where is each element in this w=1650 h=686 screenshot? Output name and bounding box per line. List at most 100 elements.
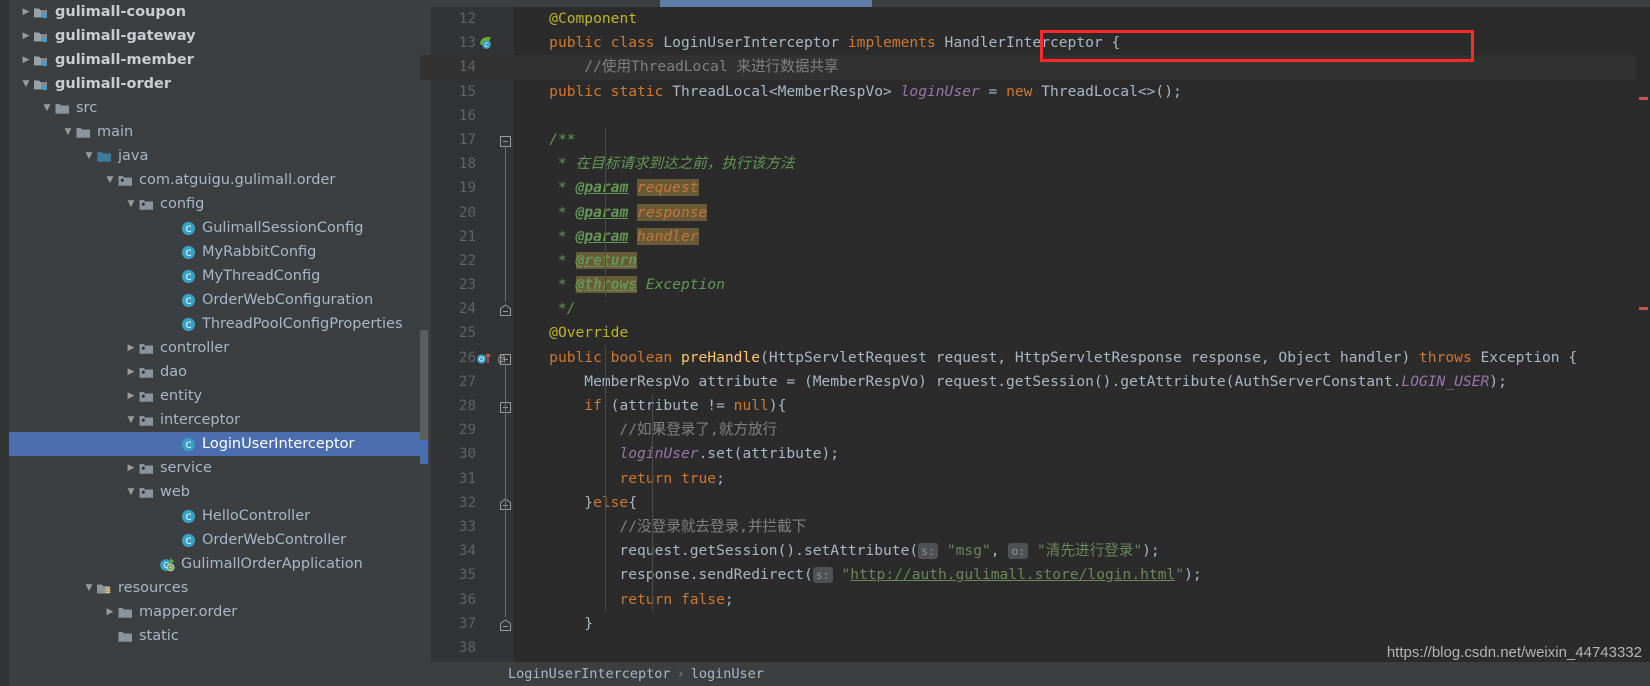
code-token: (attribute !=: [601, 397, 734, 414]
idea-window: ▶ gulimall-coupon ▶ gulimall-gateway ▶ gulima…: [0, 0, 1650, 686]
chevron-down-icon[interactable]: ▼: [19, 72, 33, 96]
svg-text:C: C: [186, 248, 192, 258]
chevron-right-icon[interactable]: ▶: [124, 336, 138, 360]
tree-item-label: MyThreadConfig: [202, 268, 321, 284]
tree-item-gulimall-gateway[interactable]: ▶ gulimall-gateway: [9, 24, 420, 48]
code-line[interactable]: 13 public class LoginUserInterceptor imp…: [420, 31, 1650, 55]
code-token: @param: [575, 179, 629, 197]
package-icon: [138, 364, 155, 381]
tree-item-mythreadconfig[interactable]: C MyThreadConfig: [9, 264, 420, 288]
tree-item-label: java: [118, 148, 149, 164]
tree-item-mapper-order[interactable]: ▶ mapper.order: [9, 600, 420, 624]
tree-item-java[interactable]: ▼ java: [9, 144, 420, 168]
line-number: 36: [458, 591, 476, 608]
tree-item-gulimall-coupon[interactable]: ▶ gulimall-coupon: [9, 0, 420, 24]
tree-item-config[interactable]: ▼ config: [9, 192, 420, 216]
tree-item-gulimall-order[interactable]: ▼ gulimall-order: [9, 72, 420, 96]
code-token: handler: [637, 227, 699, 245]
line-content: MemberRespVo attribute = (MemberRespVo) …: [514, 370, 1507, 394]
chevron-right-icon[interactable]: ▶: [103, 600, 117, 624]
tree-item-dao[interactable]: ▶ dao: [9, 360, 420, 384]
tree-item-threadpoolconfigproperties[interactable]: C ThreadPoolConfigProperties: [9, 312, 420, 336]
code-token: implements: [847, 34, 936, 52]
breadcrumb-item[interactable]: LoginUserInterceptor: [508, 666, 671, 682]
tree-item-static[interactable]: static: [9, 624, 420, 648]
line-content: * 在目标请求到达之前，执行该方法: [514, 152, 795, 176]
chevron-right-icon[interactable]: ▶: [124, 456, 138, 480]
code-token: *: [514, 179, 576, 197]
chevron-right-icon[interactable]: ▶: [19, 48, 33, 72]
tree-item-controller[interactable]: ▶ controller: [9, 336, 420, 360]
code-token: ){: [768, 397, 787, 414]
fold-region-line: [505, 145, 506, 303]
chevron-right-icon[interactable]: ▶: [19, 0, 33, 24]
tree-item-label: GulimallOrderApplication: [181, 556, 363, 572]
editor-tab-bar[interactable]: [420, 0, 1650, 7]
editor-right-edge: [1636, 7, 1650, 662]
code-line[interactable]: 24 */: [420, 297, 1650, 321]
tree-item-myrabbitconfig[interactable]: C MyRabbitConfig: [9, 240, 420, 264]
code-token: .set(attribute);: [698, 445, 840, 463]
editor-breadcrumb[interactable]: LoginUserInterceptor › loginUser: [420, 662, 1650, 686]
breadcrumb-item[interactable]: loginUser: [691, 666, 764, 682]
chevron-down-icon[interactable]: ▼: [124, 480, 138, 504]
chevron-down-icon[interactable]: ▼: [40, 96, 54, 120]
error-stripe-mark[interactable]: [1639, 307, 1648, 310]
code-token: {: [628, 493, 638, 511]
tree-item-hellocontroller[interactable]: C HelloController: [9, 504, 420, 528]
chevron-right-icon[interactable]: ▶: [19, 24, 33, 48]
code-line[interactable]: 25 @Override: [420, 321, 1650, 345]
tree-item-gulimallorderapplication[interactable]: C GulimallOrderApplication: [9, 552, 420, 576]
code-token: ;: [724, 590, 734, 608]
spring-bean-gutter-icon[interactable]: C: [478, 35, 494, 55]
line-number: 25: [458, 325, 476, 342]
tree-item-orderwebcontroller[interactable]: C OrderWebController: [9, 528, 420, 552]
code-token: return true: [619, 469, 717, 487]
code-line[interactable]: 14 //使用ThreadLocal 来进行数据共享: [420, 55, 1650, 80]
tree-item-service[interactable]: ▶ service: [9, 456, 420, 480]
tree-item-entity[interactable]: ▶ entity: [9, 384, 420, 408]
tree-item-gulimallsessionconfig[interactable]: C GulimallSessionConfig: [9, 216, 420, 240]
code-line[interactable]: 15 public static ThreadLocal<MemberRespV…: [420, 80, 1650, 104]
chevron-down-icon[interactable]: ▼: [61, 120, 75, 144]
tree-item-interceptor[interactable]: ▼ interceptor: [9, 408, 420, 432]
editor-pane[interactable]: 12 @Component 13 public class LoginUserIn…: [420, 0, 1650, 686]
code-line[interactable]: 16: [420, 104, 1650, 128]
tree-item-label: service: [160, 460, 212, 476]
line-content: loginUser.set(attribute);: [514, 442, 839, 466]
tree-item-main[interactable]: ▼ main: [9, 120, 420, 144]
project-tool-window[interactable]: ▶ gulimall-coupon ▶ gulimall-gateway ▶ gulima…: [0, 0, 420, 686]
chevron-down-icon[interactable]: ▼: [124, 408, 138, 432]
tree-item-label: HelloController: [202, 508, 311, 524]
tree-item-orderwebconfiguration[interactable]: C OrderWebConfiguration: [9, 288, 420, 312]
chevron-down-icon[interactable]: ▼: [124, 192, 138, 216]
fold-end-icon[interactable]: [499, 617, 512, 631]
chevron-right-icon[interactable]: ▶: [124, 360, 138, 384]
code-token: LoginUserInterceptor: [654, 34, 848, 52]
java-class-icon: C: [180, 508, 197, 525]
tree-item-com-atguigu-gulimall-order[interactable]: ▼ com.atguigu.gulimall.order: [9, 168, 420, 192]
tree-item-gulimall-member[interactable]: ▶ gulimall-member: [9, 48, 420, 72]
error-stripe-mark[interactable]: [1639, 97, 1648, 100]
chevron-down-icon[interactable]: ▼: [103, 168, 117, 192]
chevron-right-icon[interactable]: ▶: [124, 384, 138, 408]
code-line[interactable]: 37 }: [420, 612, 1650, 636]
java-class-icon: C: [180, 316, 197, 333]
code-line[interactable]: 12 @Component: [420, 7, 1650, 31]
tree-item-resources[interactable]: ▼ resources: [9, 576, 420, 600]
fold-end-icon[interactable]: [499, 302, 512, 317]
tree-item-loginuserinterceptor[interactable]: C LoginUserInterceptor: [9, 432, 420, 456]
chevron-down-icon[interactable]: ▼: [82, 576, 96, 600]
tree-item-src[interactable]: ▼ src: [9, 96, 420, 120]
chevron-down-icon[interactable]: ▼: [82, 144, 96, 168]
package-icon: [138, 196, 155, 213]
tree-item-web[interactable]: ▼ web: [9, 480, 420, 504]
code-token[interactable]: http://auth.gulimall.store/login.html: [850, 566, 1175, 583]
project-tree[interactable]: ▶ gulimall-coupon ▶ gulimall-gateway ▶ gulima…: [9, 0, 420, 648]
